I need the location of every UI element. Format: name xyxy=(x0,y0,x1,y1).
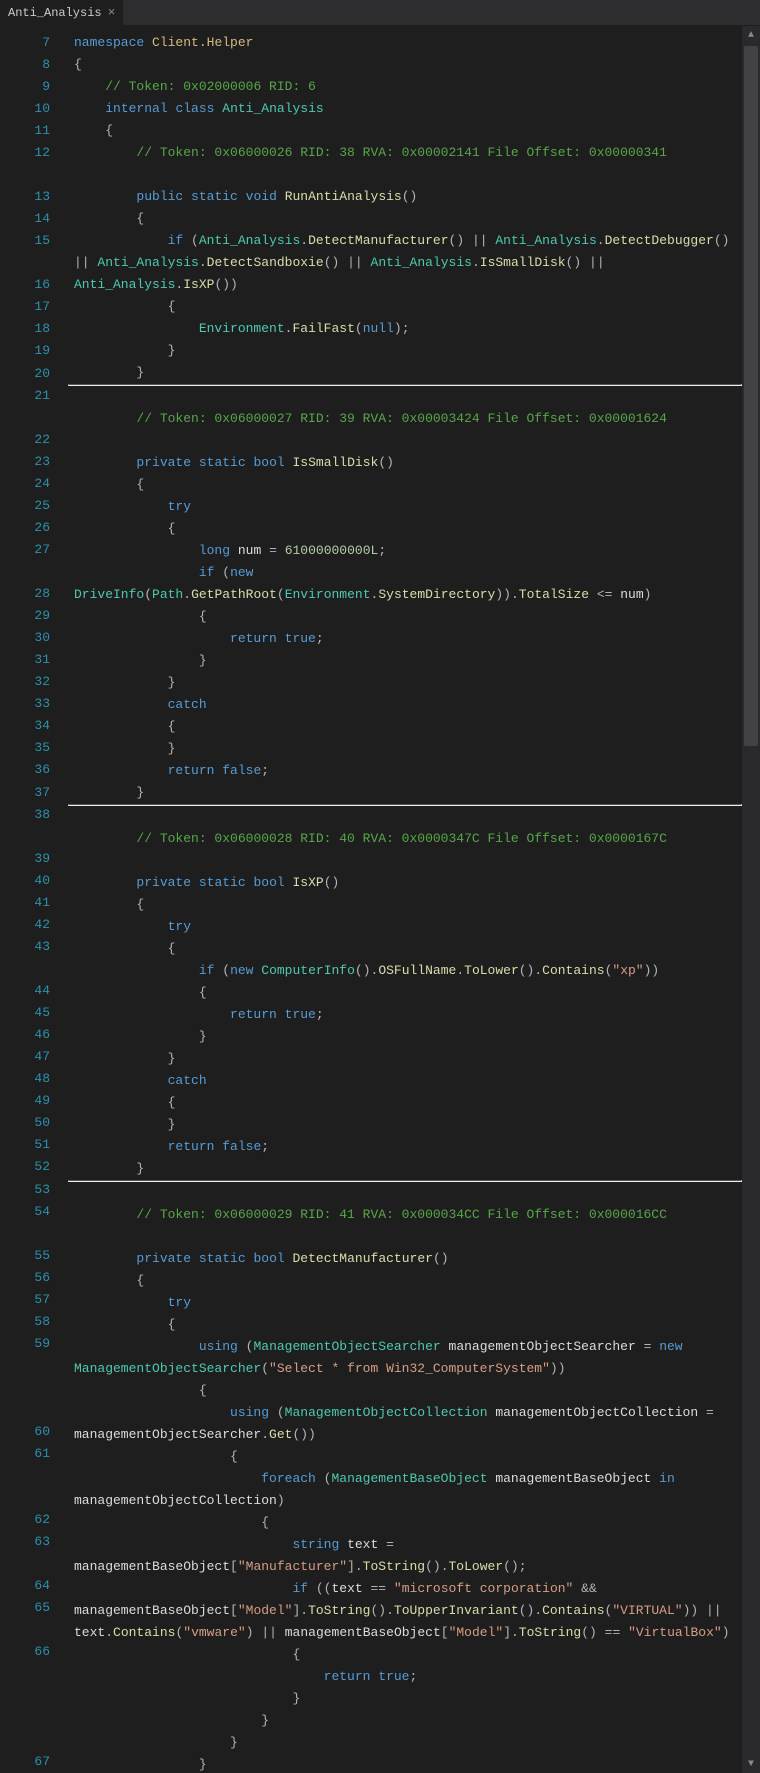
vertical-scrollbar[interactable]: ▲ ▼ xyxy=(742,26,760,1773)
scroll-down-icon[interactable]: ▼ xyxy=(742,1755,760,1773)
scrollbar-thumb[interactable] xyxy=(744,46,758,746)
code-area[interactable]: namespace Client.Helper{ // Token: 0x020… xyxy=(68,26,742,1773)
tab-title: Anti_Analysis xyxy=(8,6,102,20)
ide-window: Anti_Analysis × 789101112 131415 1617181… xyxy=(0,0,760,1773)
close-icon[interactable]: × xyxy=(108,6,116,19)
tab-anti-analysis[interactable]: Anti_Analysis × xyxy=(0,0,124,25)
tab-bar: Anti_Analysis × xyxy=(0,0,760,26)
editor: 789101112 131415 161718192021 2223242526… xyxy=(0,26,760,1773)
line-gutter: 789101112 131415 161718192021 2223242526… xyxy=(0,26,68,1773)
scroll-up-icon[interactable]: ▲ xyxy=(742,26,760,44)
